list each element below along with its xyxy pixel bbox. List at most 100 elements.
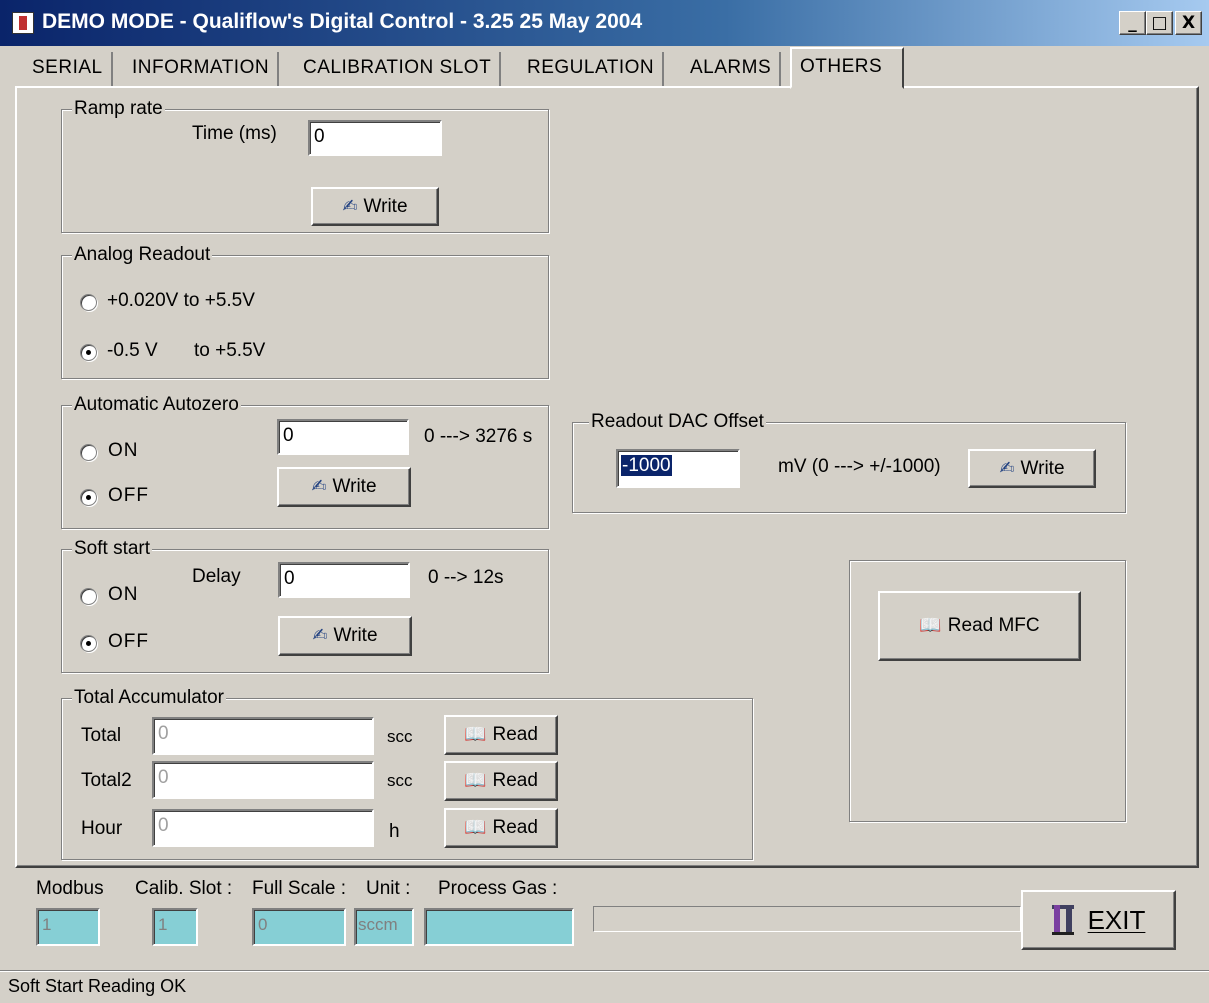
read-mfc-button[interactable]: 📖 Read MFC bbox=[878, 591, 1081, 661]
accum-hour-unit: h bbox=[389, 821, 400, 842]
autozero-group: Automatic Autozero ON OFF 0 0 ---> 3276 … bbox=[61, 393, 549, 529]
soft-start-range: 0 --> 12s bbox=[428, 567, 504, 588]
accum-hour-field[interactable]: 0 bbox=[152, 809, 374, 847]
read-mfc-group: 📖 Read MFC bbox=[849, 560, 1126, 822]
dac-offset-input[interactable]: -1000 bbox=[616, 449, 740, 488]
analog-option2-radio[interactable] bbox=[80, 344, 97, 361]
write-icon: ✍ bbox=[311, 476, 327, 497]
accum-total-field[interactable]: 0 bbox=[152, 717, 374, 755]
ramp-write-button[interactable]: ✍ Write bbox=[311, 187, 439, 226]
soft-start-write-label: Write bbox=[333, 625, 378, 646]
modbus-label: Modbus bbox=[36, 878, 104, 899]
minimize-icon: _ bbox=[1128, 13, 1137, 33]
title-bar: DEMO MODE - Qualiflow's Digital Control … bbox=[0, 0, 1209, 46]
write-icon: ✍ bbox=[999, 457, 1015, 479]
exit-door-icon bbox=[1051, 905, 1074, 935]
process-gas-field bbox=[424, 908, 574, 946]
autozero-input[interactable]: 0 bbox=[277, 419, 409, 455]
tab-regulation[interactable]: REGULATION bbox=[519, 52, 665, 86]
analog-option1-radio[interactable] bbox=[80, 294, 97, 311]
soft-start-on-label: ON bbox=[108, 584, 139, 605]
process-gas-label: Process Gas : bbox=[438, 878, 558, 899]
dac-offset-write-button[interactable]: ✍ Write bbox=[968, 449, 1096, 488]
book-icon: 📖 bbox=[919, 615, 942, 636]
maximize-button[interactable]: □ bbox=[1146, 11, 1173, 35]
soft-start-off-radio[interactable] bbox=[80, 635, 97, 652]
accum-hour-label: Hour bbox=[81, 818, 123, 839]
exit-button[interactable]: EXIT bbox=[1021, 890, 1176, 950]
analog-readout-title: Analog Readout bbox=[72, 243, 213, 267]
tab-others[interactable]: OTHERS bbox=[790, 47, 904, 89]
tab-calibration-slot[interactable]: CALIBRATION SLOT bbox=[295, 52, 502, 86]
read-hour-label: Read bbox=[492, 817, 538, 838]
status-bar: Soft Start Reading OK bbox=[0, 970, 1209, 1003]
close-button[interactable]: X bbox=[1175, 11, 1202, 35]
accum-total2-unit: scc bbox=[387, 771, 413, 790]
calib-slot-field: 1 bbox=[152, 908, 198, 946]
autozero-title: Automatic Autozero bbox=[72, 393, 241, 417]
book-icon: 📖 bbox=[464, 770, 487, 791]
soft-start-delay-label: Delay bbox=[192, 566, 241, 587]
minimize-button[interactable]: _ bbox=[1119, 11, 1146, 35]
read-total-label: Read bbox=[492, 724, 538, 745]
maximize-icon: □ bbox=[1151, 13, 1168, 33]
analog-option2-label-a: -0.5 V bbox=[107, 340, 158, 361]
ramp-rate-title: Ramp rate bbox=[72, 97, 165, 121]
dac-offset-write-label: Write bbox=[1020, 457, 1065, 479]
autozero-off-label: OFF bbox=[108, 485, 149, 506]
close-icon: X bbox=[1181, 13, 1196, 33]
full-scale-field: 0 bbox=[252, 908, 346, 946]
tab-alarms[interactable]: ALARMS bbox=[682, 52, 782, 86]
autozero-on-radio[interactable] bbox=[80, 444, 97, 461]
read-total2-button[interactable]: 📖 Read bbox=[444, 761, 558, 801]
read-hour-button[interactable]: 📖 Read bbox=[444, 808, 558, 848]
accum-total-unit: scc bbox=[387, 727, 413, 746]
dac-offset-group: Readout DAC Offset -1000 mV (0 ---> +/-1… bbox=[572, 410, 1126, 513]
analog-option1-label: +0.020V to +5.5V bbox=[107, 290, 255, 311]
autozero-off-radio[interactable] bbox=[80, 489, 97, 506]
read-total-button[interactable]: 📖 Read bbox=[444, 715, 558, 755]
ramp-time-input[interactable]: 0 bbox=[308, 120, 442, 156]
soft-start-title: Soft start bbox=[72, 537, 153, 561]
autozero-range: 0 ---> 3276 s bbox=[424, 426, 533, 447]
accum-total-label: Total bbox=[81, 725, 122, 746]
ramp-rate-group: Ramp rate Time (ms) 0 ✍ Write bbox=[61, 97, 549, 233]
ramp-write-label: Write bbox=[363, 195, 408, 217]
total-accumulator-group: Total Accumulator Total 0 scc 📖 Read Tota… bbox=[61, 686, 753, 860]
soft-start-off-label: OFF bbox=[108, 631, 149, 652]
book-icon: 📖 bbox=[464, 817, 487, 838]
write-icon: ✍ bbox=[312, 625, 328, 646]
read-mfc-label: Read MFC bbox=[947, 615, 1040, 636]
dac-offset-range: mV (0 ---> +/-1000) bbox=[778, 456, 941, 477]
total-accumulator-title: Total Accumulator bbox=[72, 686, 226, 710]
autozero-write-button[interactable]: ✍ Write bbox=[277, 467, 411, 507]
calib-slot-label: Calib. Slot : bbox=[135, 878, 233, 899]
read-total2-label: Read bbox=[492, 770, 538, 791]
modbus-field: 1 bbox=[36, 908, 100, 946]
soft-start-write-button[interactable]: ✍ Write bbox=[278, 616, 412, 656]
soft-start-on-radio[interactable] bbox=[80, 588, 97, 605]
full-scale-label: Full Scale : bbox=[252, 878, 346, 899]
autozero-write-label: Write bbox=[332, 476, 377, 497]
tab-information[interactable]: INFORMATION bbox=[124, 52, 280, 86]
progress-bar bbox=[593, 906, 1021, 932]
unit-field: sccm bbox=[354, 908, 414, 946]
soft-start-group: Soft start ON OFF Delay 0 0 --> 12s ✍ Wri… bbox=[61, 537, 549, 673]
tab-panel-others: Ramp rate Time (ms) 0 ✍ Write Analog Read… bbox=[15, 86, 1199, 868]
analog-readout-group: Analog Readout +0.020V to +5.5V -0.5 V t… bbox=[61, 243, 549, 379]
book-icon: 📖 bbox=[464, 724, 487, 745]
unit-label: Unit : bbox=[366, 878, 411, 899]
tab-serial[interactable]: SERIAL bbox=[24, 52, 113, 86]
ramp-time-label: Time (ms) bbox=[192, 123, 277, 144]
autozero-on-label: ON bbox=[108, 440, 139, 461]
dac-offset-title: Readout DAC Offset bbox=[589, 410, 766, 434]
write-icon: ✍ bbox=[342, 195, 358, 217]
app-icon[interactable] bbox=[12, 12, 34, 34]
accum-total2-field[interactable]: 0 bbox=[152, 761, 374, 799]
window-title: DEMO MODE - Qualiflow's Digital Control … bbox=[42, 10, 643, 33]
soft-start-delay-input[interactable]: 0 bbox=[278, 562, 410, 598]
accum-total2-label: Total2 bbox=[81, 770, 132, 791]
exit-label: EXIT bbox=[1087, 904, 1146, 935]
dac-offset-value: -1000 bbox=[621, 455, 672, 476]
status-text: Soft Start Reading OK bbox=[8, 976, 187, 996]
